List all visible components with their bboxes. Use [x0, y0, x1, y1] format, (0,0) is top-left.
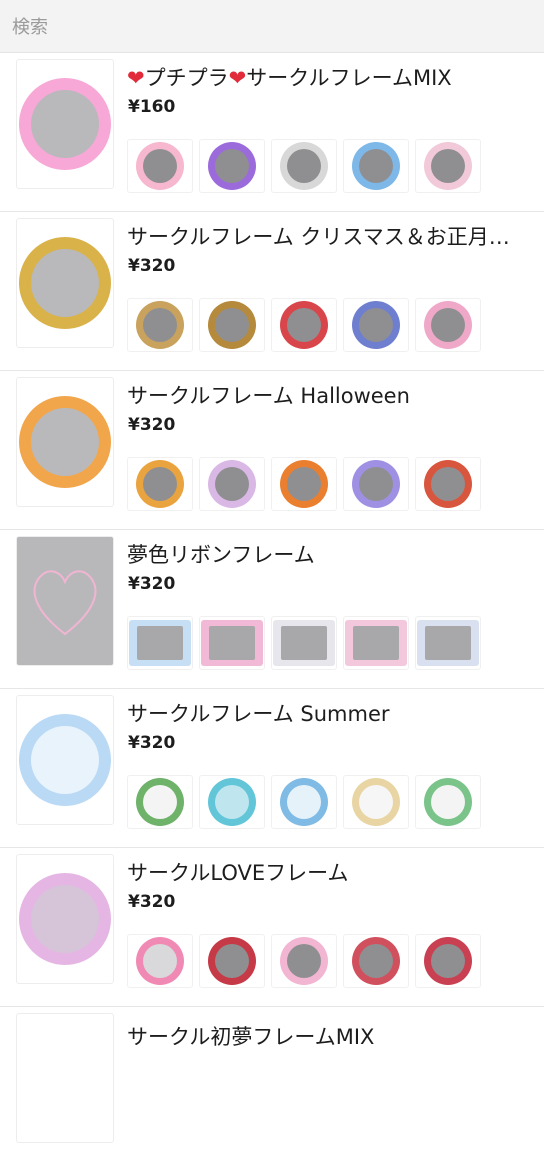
heart-frame-icon	[33, 570, 97, 636]
variant-thumb[interactable]	[271, 775, 337, 829]
variant-thumb[interactable]	[199, 457, 265, 511]
product-item[interactable]: サークルフレーム Summer ¥320	[0, 689, 544, 848]
variant-thumb[interactable]	[199, 298, 265, 352]
variant-thumb[interactable]	[127, 298, 193, 352]
product-price: ¥320	[128, 892, 176, 912]
variant-thumb[interactable]	[271, 298, 337, 352]
variant-list	[127, 775, 481, 829]
product-title[interactable]: サークルフレーム Summer	[127, 698, 526, 728]
variant-thumb[interactable]	[415, 139, 481, 193]
variant-thumb[interactable]	[127, 616, 193, 670]
product-item[interactable]: サークルLOVEフレーム ¥320	[0, 848, 544, 1007]
heart-icon: ❤	[228, 66, 247, 90]
variant-list	[127, 934, 481, 988]
variant-thumb[interactable]	[343, 457, 409, 511]
frame-preview	[19, 714, 111, 806]
variant-thumb[interactable]	[199, 139, 265, 193]
variant-thumb[interactable]	[271, 139, 337, 193]
variant-thumb[interactable]	[415, 934, 481, 988]
product-thumbnail[interactable]	[16, 536, 114, 666]
variant-thumb[interactable]	[415, 457, 481, 511]
product-item[interactable]: サークルフレーム Halloween ¥320	[0, 371, 544, 530]
variant-thumb[interactable]	[271, 934, 337, 988]
product-item[interactable]: サークルフレーム クリスマス＆お正月… ¥320	[0, 212, 544, 371]
product-title[interactable]: ❤プチプラ❤サークルフレームMIX	[127, 62, 526, 92]
product-price: ¥320	[128, 415, 176, 435]
product-title[interactable]: サークルLOVEフレーム	[127, 857, 526, 887]
product-title[interactable]: 夢色リボンフレーム	[127, 539, 526, 569]
product-list: ❤プチプラ❤サークルフレームMIX ¥160 サークルフレーム クリスマス＆お正…	[0, 53, 544, 1165]
product-title[interactable]: サークル初夢フレームMIX	[127, 1021, 526, 1051]
variant-thumb[interactable]	[199, 616, 265, 670]
variant-thumb[interactable]	[199, 775, 265, 829]
frame-preview	[19, 873, 111, 965]
variant-thumb[interactable]	[343, 934, 409, 988]
product-title[interactable]: サークルフレーム クリスマス＆お正月…	[127, 221, 526, 251]
product-thumbnail[interactable]	[16, 377, 114, 507]
variant-thumb[interactable]	[343, 139, 409, 193]
product-thumbnail[interactable]	[16, 218, 114, 348]
product-price: ¥320	[128, 733, 176, 753]
product-thumbnail[interactable]	[16, 854, 114, 984]
variant-thumb[interactable]	[343, 775, 409, 829]
frame-preview	[19, 78, 111, 170]
heart-icon: ❤	[127, 66, 145, 90]
variant-list	[127, 457, 481, 511]
product-price: ¥160	[128, 97, 176, 117]
frame-preview	[19, 396, 111, 488]
variant-thumb[interactable]	[127, 775, 193, 829]
variant-thumb[interactable]	[343, 298, 409, 352]
frame-preview	[19, 237, 111, 329]
variant-thumb[interactable]	[127, 139, 193, 193]
variant-thumb[interactable]	[127, 457, 193, 511]
product-price: ¥320	[128, 256, 176, 276]
variant-list	[127, 616, 481, 670]
variant-thumb[interactable]	[271, 616, 337, 670]
variant-thumb[interactable]	[415, 298, 481, 352]
product-item-partial[interactable]: サークル初夢フレームMIX	[0, 1007, 544, 1165]
variant-thumb[interactable]	[199, 934, 265, 988]
product-item[interactable]: ❤プチプラ❤サークルフレームMIX ¥160	[0, 53, 544, 212]
variant-thumb[interactable]	[271, 457, 337, 511]
search-input[interactable]: 検索	[12, 13, 48, 39]
variant-list	[127, 139, 481, 193]
search-bar[interactable]: 検索	[0, 0, 544, 53]
variant-thumb[interactable]	[415, 616, 481, 670]
product-price: ¥320	[128, 574, 176, 594]
product-item[interactable]: 夢色リボンフレーム ¥320	[0, 530, 544, 689]
variant-list	[127, 298, 481, 352]
product-thumbnail[interactable]	[16, 1013, 114, 1143]
product-title[interactable]: サークルフレーム Halloween	[127, 380, 526, 410]
product-thumbnail[interactable]	[16, 695, 114, 825]
variant-thumb[interactable]	[415, 775, 481, 829]
product-thumbnail[interactable]	[16, 59, 114, 189]
variant-thumb[interactable]	[343, 616, 409, 670]
variant-thumb[interactable]	[127, 934, 193, 988]
